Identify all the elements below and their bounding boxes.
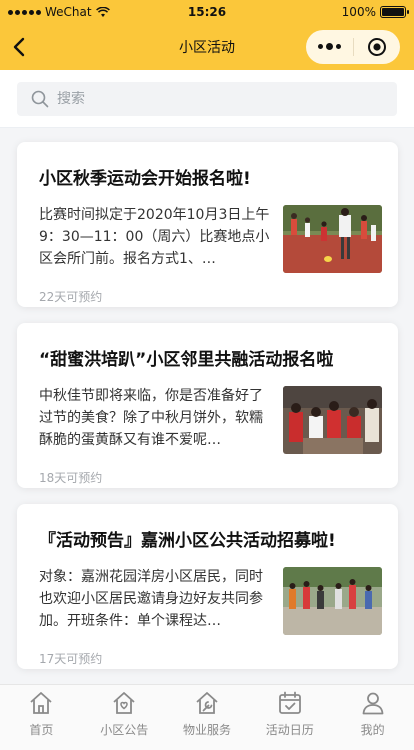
tab-label: 物业服务 [182,723,231,737]
activity-card[interactable]: 小区秋季运动会开始报名啦! 比赛时间拟定于2020年10月3日上午9：30—11… [17,142,398,307]
search-icon [31,90,49,108]
search-box[interactable] [17,82,397,116]
activity-card[interactable]: “甜蜜洪培趴”小区邻里共融活动报名啦 中秋佳节即将来临，你是否准备好了过节的美食… [17,323,398,488]
activity-thumbnail [283,567,382,635]
booking-days-left: 18天可预约 [39,471,103,485]
activity-title: 『活动预告』嘉洲小区公共活动招募啦! [39,531,336,551]
wifi-icon [95,6,110,17]
wrench-service-icon [196,692,218,714]
status-bar: WeChat 15:26 100% [0,0,414,24]
tab-label: 我的 [360,723,385,737]
booking-days-left: 22天可预约 [39,290,103,304]
battery-icon [379,6,409,18]
page-title: 小区活动 [179,40,235,56]
home-icon [30,692,52,714]
search-input[interactable] [57,91,357,107]
tab-my-profile[interactable]: 我的 [331,685,414,750]
back-arrow-icon[interactable] [8,35,32,59]
tab-community-notice[interactable]: 小区公告 [83,685,166,750]
booking-days-left: 17天可预约 [39,652,103,666]
bottom-tab-bar: 首页 小区公告 物业服务 活动日历 我的 [0,684,414,750]
status-time: 15:26 [187,5,227,19]
community-notice-icon [113,692,135,714]
header: WeChat 15:26 100% 小区活动 [0,0,414,70]
activity-description: 对象：嘉洲花园洋房小区居民，同时也欢迎小区居民邀请身边好友共同参加。开班条件：单… [39,569,263,629]
user-icon [362,692,383,715]
activity-description: 比赛时间拟定于2020年10月3日上午9：30—11：00（周六）比赛地点小区会… [39,207,270,267]
signal-icon [8,9,41,15]
close-mini-program-icon[interactable] [354,37,400,57]
tab-property-service[interactable]: 物业服务 [166,685,249,750]
activity-title: “甜蜜洪培趴”小区邻里共融活动报名啦 [39,350,334,370]
tab-home[interactable]: 首页 [0,685,83,750]
mini-program-capsule [306,30,400,64]
tab-label: 小区公告 [100,723,149,737]
activity-card[interactable]: 『活动预告』嘉洲小区公共活动招募啦! 对象：嘉洲花园洋房小区居民，同时也欢迎小区… [17,504,398,669]
battery-percent: 100% [341,5,376,19]
nav-bar: 小区活动 [0,24,414,70]
activity-thumbnail [283,205,382,273]
activity-title: 小区秋季运动会开始报名啦! [39,169,251,189]
search-bar-container [0,70,414,128]
tab-activity-calendar[interactable]: 活动日历 [248,685,331,750]
activity-list: 小区秋季运动会开始报名啦! 比赛时间拟定于2020年10月3日上午9：30—11… [0,128,414,684]
activity-description: 中秋佳节即将来临，你是否准备好了过节的美食？除了中秋月饼外，软糯酥脆的蛋黄酥又有… [39,388,263,448]
tab-label: 活动日历 [265,723,314,737]
activity-thumbnail [283,386,382,454]
tab-label: 首页 [29,723,54,737]
calendar-check-icon [278,691,301,714]
carrier-name: WeChat [45,5,92,19]
more-options-icon[interactable] [306,43,353,50]
